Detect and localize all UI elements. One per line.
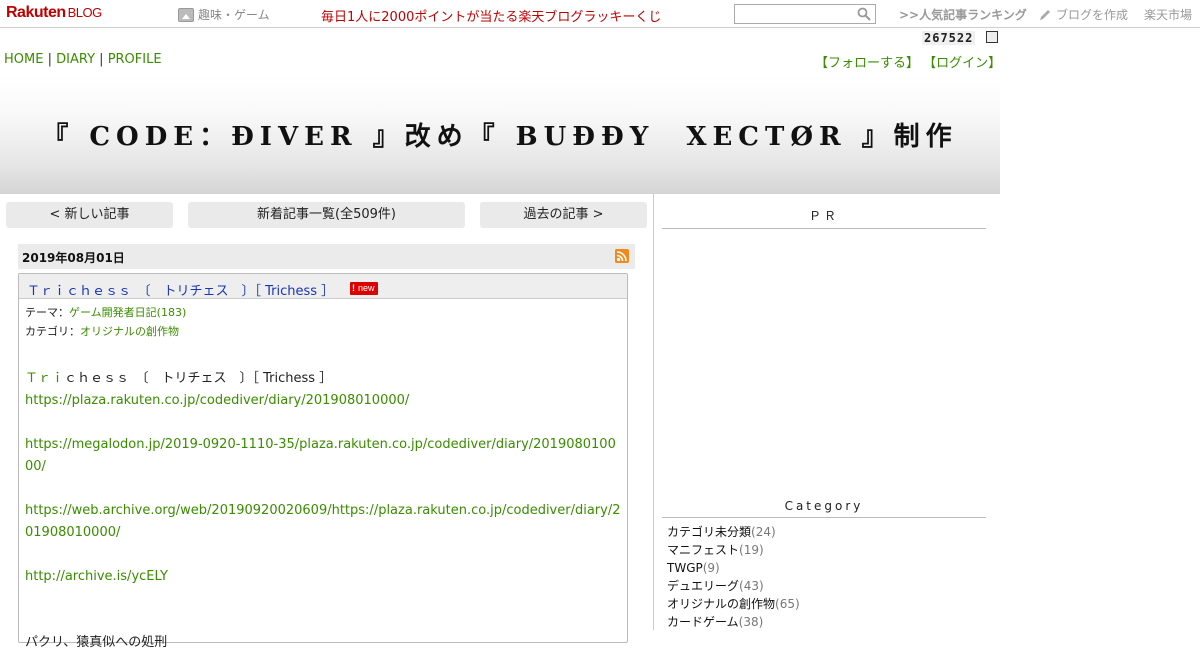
new-badge: ! new bbox=[350, 282, 378, 295]
body-title-rest: ｃｈｅｓｓ 〔 トリチェス 〕［ Trichess ］ bbox=[64, 371, 333, 386]
category-name: デュエリーグ bbox=[667, 579, 740, 593]
category-link[interactable]: オリジナルの創作物 bbox=[80, 325, 179, 338]
post-list-button[interactable]: 新着記事一覧(全509件) bbox=[188, 202, 465, 228]
newer-post-button[interactable]: < 新しい記事 bbox=[6, 202, 173, 228]
theme-link[interactable]: ゲーム開発者日記(183) bbox=[69, 306, 186, 319]
nav-home[interactable]: HOME bbox=[4, 52, 43, 67]
body-title-colored: Ｔｒｉ bbox=[25, 371, 65, 386]
entry-body: Ｔｒｉｃｈｅｓｓ 〔 トリチェス 〕［ Trichess ］ https://p… bbox=[25, 368, 621, 654]
entry-title[interactable]: Ｔｒｉｃｈｅｓｓ 〔 トリチェス 〕［ Trichess ］ bbox=[27, 280, 334, 299]
blog-header: 『 CODE：ĐIVER 』改め『 BUĐĐY XECTØR 』制作 bbox=[0, 74, 1000, 194]
nav-diary[interactable]: DIARY bbox=[56, 52, 95, 67]
category-item[interactable]: マニフェスト(19) bbox=[667, 541, 800, 559]
category-name: TWGP bbox=[667, 561, 703, 575]
blog-title[interactable]: 『 CODE：ĐIVER 』改め『 BUĐĐY XECTØR 』制作 bbox=[0, 116, 1000, 153]
older-post-button[interactable]: 過去の記事 > bbox=[480, 202, 647, 228]
search-input[interactable] bbox=[734, 4, 876, 24]
pencil-icon bbox=[1040, 9, 1050, 20]
create-blog-label: ブログを作成 bbox=[1056, 8, 1129, 22]
counter-info-icon[interactable] bbox=[986, 31, 998, 43]
theme-label: テーマ： bbox=[25, 306, 69, 319]
body-link[interactable]: https://megalodon.jp/2019-0920-1110-35/p… bbox=[25, 434, 621, 478]
category-item[interactable]: カードゲーム(38) bbox=[667, 613, 800, 631]
market-link[interactable]: 楽天市場 bbox=[1144, 6, 1192, 23]
body-text-line: パクリ、猿真似への処刑 bbox=[25, 635, 168, 650]
category-name: オリジナルの創作物 bbox=[667, 597, 776, 611]
rss-icon[interactable] bbox=[615, 249, 629, 263]
ranking-link[interactable]: >>人気記事ランキング bbox=[899, 6, 1027, 23]
body-link[interactable]: https://web.archive.org/web/201909200206… bbox=[25, 500, 621, 544]
main-nav: HOME | DIARY | PROFILE bbox=[4, 52, 162, 67]
body-link[interactable]: http://archive.is/ycELY bbox=[25, 566, 621, 588]
category-list: カテゴリ未分類(24) マニフェスト(19) TWGP(9) デュエリーグ(43… bbox=[667, 523, 800, 631]
search-icon[interactable] bbox=[857, 7, 871, 21]
new-badge-label: new bbox=[358, 283, 375, 293]
access-counter: 267522 bbox=[922, 31, 976, 45]
genre-label: 趣味・ゲーム bbox=[198, 8, 270, 22]
login-button[interactable]: 【ログイン】 bbox=[923, 56, 1001, 71]
top-bar: Rakuten BLOG 趣味・ゲーム 毎日1人に2000ポイントが当たる楽天ブロ… bbox=[0, 0, 1200, 28]
body-link[interactable]: https://plaza.rakuten.co.jp/codediver/di… bbox=[25, 390, 621, 412]
date-bar: 2019年08月01日 bbox=[18, 244, 635, 269]
category-count: (38) bbox=[738, 615, 764, 629]
nav-sep: | bbox=[99, 52, 104, 67]
genre-icon bbox=[178, 7, 194, 22]
follow-nav: 【フォローする】 【ログイン】 bbox=[815, 52, 1001, 71]
blog-entry: Ｔｒｉｃｈｅｓｓ 〔 トリチェス 〕［ Trichess ］ ! new テーマ：… bbox=[18, 273, 628, 650]
entry-header: Ｔｒｉｃｈｅｓｓ 〔 トリチェス 〕［ Trichess ］ ! new bbox=[19, 274, 627, 299]
pr-heading: ＰＲ bbox=[662, 207, 986, 229]
exclamation-icon: ! bbox=[352, 283, 355, 293]
category-count: (65) bbox=[775, 597, 800, 611]
entry-category: カテゴリ：オリジナルの創作物 bbox=[25, 323, 179, 339]
body-title-line: Ｔｒｉｃｈｅｓｓ 〔 トリチェス 〕［ Trichess ］ bbox=[25, 368, 621, 390]
entry-theme: テーマ：ゲーム開発者日記(183) bbox=[25, 304, 186, 320]
create-blog-link[interactable]: ブログを作成 bbox=[1038, 6, 1128, 23]
category-name: カードゲーム bbox=[667, 615, 739, 629]
category-count: (43) bbox=[739, 579, 764, 593]
main-column: < 新しい記事 新着記事一覧(全509件) 過去の記事 > 2019年08月01… bbox=[0, 194, 654, 650]
category-label: カテゴリ： bbox=[25, 325, 80, 338]
category-name: マニフェスト bbox=[667, 543, 740, 557]
category-item[interactable]: オリジナルの創作物(65) bbox=[667, 595, 800, 613]
rakuten-blog-logo[interactable]: Rakuten BLOG bbox=[6, 4, 102, 22]
category-count: (9) bbox=[702, 561, 720, 575]
follow-button[interactable]: 【フォローする】 bbox=[815, 56, 919, 71]
category-heading: Category bbox=[662, 499, 986, 518]
entry-date: 2019年08月01日 bbox=[22, 251, 125, 265]
category-item[interactable]: TWGP(9) bbox=[667, 559, 800, 577]
category-item[interactable]: カテゴリ未分類(24) bbox=[667, 523, 800, 541]
genre-link[interactable]: 趣味・ゲーム bbox=[178, 6, 270, 23]
category-item[interactable]: デュエリーグ(43) bbox=[667, 577, 800, 595]
lottery-link[interactable]: 毎日1人に2000ポイントが当たる楽天ブログラッキーくじ bbox=[321, 6, 661, 25]
category-count: (24) bbox=[751, 525, 776, 539]
category-count: (19) bbox=[739, 543, 764, 557]
category-name: カテゴリ未分類 bbox=[667, 525, 752, 539]
logo-sub: BLOG bbox=[67, 5, 103, 20]
nav-sep: | bbox=[47, 52, 52, 67]
nav-profile[interactable]: PROFILE bbox=[108, 52, 162, 67]
logo-main: Rakuten bbox=[6, 4, 66, 21]
